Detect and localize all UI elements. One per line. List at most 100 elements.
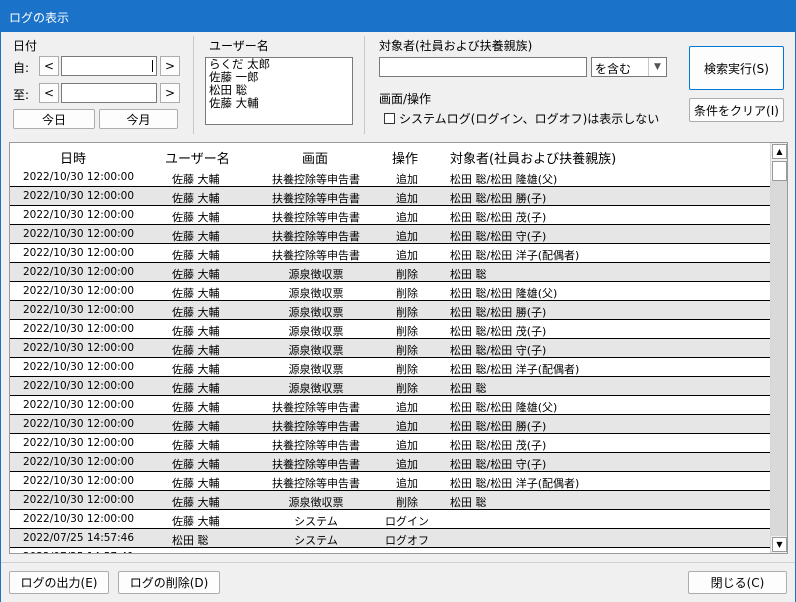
cell-operation: ログオフ [385,534,429,547]
cell-user: 佐藤 大輔 [172,211,220,224]
cell-user: 佐藤 大輔 [172,496,220,509]
table-row[interactable]: 2022/10/30 12:00:00 佐藤 大輔 扶養控除等申告書 追加 松田 聡/松… [10,415,770,434]
cell-datetime: 2022/07/25 14:57:46 [23,532,135,544]
table-row[interactable]: 2022/10/30 12:00:00 佐藤 大輔 源泉徴収票 削除 松田 聡/松田 隆… [10,282,770,301]
system-log-checkbox-label: システムログ(ログイン、ログオフ)は表示しない [399,112,660,126]
table-row[interactable]: 2022/07/25 14:57:46 松田 聡 システム ログオフ [10,529,770,548]
cell-operation: 追加 [396,249,418,262]
search-button[interactable]: 検索実行(S) [689,46,784,90]
cell-target: 松田 聡/松田 守(子) [450,458,547,471]
today-button[interactable]: 今日 [13,109,95,129]
cell-operation: 削除 [396,496,418,509]
table-row[interactable]: 2022/10/30 12:00:00 佐藤 大輔 源泉徴収票 削除 松田 聡/松田 茂… [10,320,770,339]
table-row[interactable]: 2022/10/30 12:00:00 佐藤 大輔 扶養控除等申告書 追加 松田 聡/松… [10,206,770,225]
table-row[interactable]: 2022/10/30 12:00:00 佐藤 大輔 源泉徴収票 削除 松田 聡 [10,377,770,396]
cell-datetime: 2022/10/30 12:00:00 [23,513,135,525]
cell-datetime: 2022/10/30 12:00:00 [23,475,135,487]
cell-datetime: 2022/10/30 12:00:00 [23,209,135,221]
cell-datetime: 2022/10/30 12:00:00 [23,361,135,373]
cell-screen: 源泉徴収票 [288,268,344,281]
this-month-button[interactable]: 今月 [99,109,178,129]
cell-screen: 扶養控除等申告書 [272,230,360,243]
to-prev-button[interactable]: < [39,83,59,103]
table-row[interactable]: 2022/10/30 12:00:00 佐藤 大輔 システム ログイン [10,510,770,529]
table-row[interactable]: 2022/10/30 12:00:00 佐藤 大輔 扶養控除等申告書 追加 松田 聡/松… [10,453,770,472]
chevron-right-icon: > [164,86,176,100]
table-row[interactable]: 2022/10/30 12:00:00 佐藤 大輔 扶養控除等申告書 追加 松田 聡/松… [10,168,770,187]
from-date-input[interactable] [61,56,157,76]
cell-datetime: 2022/10/30 12:00:00 [23,323,135,335]
scroll-thumb[interactable] [772,161,787,181]
user-listbox[interactable]: らくだ 太郎 佐藤 一郎 松田 聡 佐藤 大輔 [205,57,353,125]
match-select[interactable]: を含む ▼ [591,57,667,77]
cell-target: 松田 聡 [450,268,487,281]
table-row[interactable]: 2022/07/25 14:57:41 松田 聡 システムログイン [10,548,770,553]
cell-target: 松田 聡 [450,382,487,395]
cell-operation: 追加 [396,477,418,490]
divider [193,36,194,134]
cell-target: 松田 聡/松田 茂(子) [450,325,547,338]
cell-user: 佐藤 大輔 [172,192,220,205]
table-row[interactable]: 2022/10/30 12:00:00 佐藤 大輔 扶養控除等申告書 追加 松田 聡/松… [10,225,770,244]
from-next-button[interactable]: > [160,56,180,76]
to-date-input[interactable] [61,83,157,103]
to-next-button[interactable]: > [160,83,180,103]
target-input[interactable] [379,57,587,77]
log-viewer-window: ログの表示 日付 自: < > 至: < > 今日 今月 ユーザー名 らくだ 太… [0,0,796,602]
chevron-down-icon: ▼ [648,58,666,76]
table-row[interactable]: 2022/10/30 12:00:00 佐藤 大輔 扶養控除等申告書 追加 松田 聡/松… [10,396,770,415]
title-bar: ログの表示 [1,1,795,32]
export-log-button[interactable]: ログの出力(E) [9,571,109,594]
cell-operation: 削除 [396,382,418,395]
system-log-checkbox[interactable] [384,113,395,124]
cell-target: 松田 聡 [450,496,487,509]
from-prev-button[interactable]: < [39,56,59,76]
cell-user: 佐藤 大輔 [172,401,220,414]
table-row[interactable]: 2022/10/30 12:00:00 佐藤 大輔 扶養控除等申告書 追加 松田 聡/松… [10,187,770,206]
cell-datetime: 2022/10/30 12:00:00 [23,285,135,297]
cell-user: 佐藤 大輔 [172,439,220,452]
user-option[interactable]: 佐藤 大輔 [206,97,352,110]
chevron-right-icon: > [164,59,176,73]
table-row[interactable]: 2022/10/30 12:00:00 佐藤 大輔 源泉徴収票 削除 松田 聡 [10,263,770,282]
cell-operation: 追加 [396,211,418,224]
scroll-up-button[interactable]: ▲ [772,144,787,159]
scroll-down-button[interactable]: ▼ [772,537,787,552]
cell-screen: 源泉徴収票 [288,344,344,357]
table-row[interactable]: 2022/10/30 12:00:00 佐藤 大輔 源泉徴収票 削除 松田 聡/松田 勝… [10,301,770,320]
cell-user: 佐藤 大輔 [172,477,220,490]
vertical-scrollbar[interactable]: ▲ ▼ [770,143,787,553]
footer-bar: ログの出力(E) ログの削除(D) 閉じる(C) [1,562,795,602]
table-row[interactable]: 2022/10/30 12:00:00 佐藤 大輔 源泉徴収票 削除 松田 聡/松田 洋… [10,358,770,377]
cell-datetime: 2022/10/30 12:00:00 [23,342,135,354]
scroll-track[interactable] [771,181,787,536]
table-row[interactable]: 2022/10/30 12:00:00 佐藤 大輔 扶養控除等申告書 追加 松田 聡/松… [10,434,770,453]
column-header-target: 対象者(社員および扶養親族) [450,152,617,167]
close-button[interactable]: 閉じる(C) [688,571,787,594]
table-row[interactable]: 2022/10/30 12:00:00 佐藤 大輔 源泉徴収票 削除 松田 聡/松田 守… [10,339,770,358]
cell-datetime: 2022/10/30 12:00:00 [23,228,135,240]
cell-datetime: 2022/10/30 12:00:00 [23,456,135,468]
cell-operation: 削除 [396,306,418,319]
delete-log-button[interactable]: ログの削除(D) [118,571,220,594]
clear-conditions-button[interactable]: 条件をクリア(I) [689,98,784,122]
cell-screen: 源泉徴収票 [288,382,344,395]
cell-user: 松田 聡 [172,551,209,553]
cell-screen: 源泉徴収票 [288,287,344,300]
table-row[interactable]: 2022/10/30 12:00:00 佐藤 大輔 源泉徴収票 削除 松田 聡 [10,491,770,510]
cell-datetime: 2022/10/30 12:00:00 [23,418,135,430]
match-select-value: を含む [595,62,632,76]
cell-screen: 扶養控除等申告書 [272,477,360,490]
table-row[interactable]: 2022/10/30 12:00:00 佐藤 大輔 扶養控除等申告書 追加 松田 聡/松… [10,244,770,263]
cell-operation: 追加 [396,173,418,186]
cell-target: 松田 聡/松田 勝(子) [450,306,547,319]
cell-screen: 扶養控除等申告書 [272,173,360,186]
table-row[interactable]: 2022/10/30 12:00:00 佐藤 大輔 扶養控除等申告書 追加 松田 聡/松… [10,472,770,491]
cell-operation: 追加 [396,192,418,205]
cell-screen: 扶養控除等申告書 [272,420,360,433]
divider [364,36,365,134]
cell-datetime: 2022/10/30 12:00:00 [23,494,135,506]
log-table[interactable]: 日時 ユーザー名 画面 操作 対象者(社員および扶養親族) 2022/10/30… [9,142,788,554]
cell-target: 松田 聡/松田 勝(子) [450,192,547,205]
to-label: 至: [13,88,30,102]
